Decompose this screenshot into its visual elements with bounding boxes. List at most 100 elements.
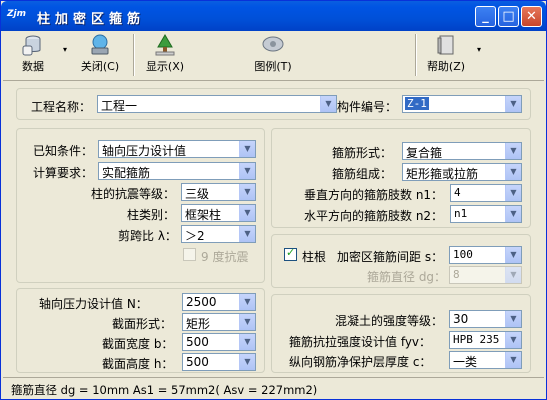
n1-label: 垂直方向的箍筋肢数 n1： (304, 188, 444, 202)
toolbar-separator (133, 34, 135, 76)
section-width-value: 500 (186, 335, 209, 349)
project-name-combo[interactable]: 工程一 ▼ (97, 95, 337, 113)
fyv-combo[interactable]: HPB 235 ▼ (449, 331, 522, 349)
component-id-value: Z-1 (405, 97, 429, 110)
help-label: 帮助(Z) (426, 60, 466, 73)
stirrup-form-combo[interactable]: 复合箍 ▼ (402, 142, 522, 160)
chevron-down-icon[interactable]: ▼ (239, 163, 255, 179)
chevron-down-icon[interactable]: ▼ (239, 184, 255, 200)
chevron-down-icon[interactable]: ▼ (505, 311, 521, 327)
stirrup-form-label: 箍筋形式： (332, 146, 393, 160)
seismic-grade-label: 柱的抗震等级： (91, 187, 176, 201)
n2-combo[interactable]: n1 ▼ (450, 205, 522, 223)
column-type-label: 柱类别： (127, 208, 176, 222)
legend-disc-icon (262, 36, 284, 52)
chevron-down-icon[interactable]: ▼ (505, 247, 521, 263)
title-bar[interactable]: Zjm 柱加密区箍筋 _ □ ✕ (1, 1, 546, 31)
section-shape-label: 截面形式： (112, 317, 173, 331)
legend-label: 图例(T) (254, 60, 292, 73)
stirrup-diameter-combo[interactable]: 8 ▼ (449, 266, 522, 284)
chevron-down-icon[interactable]: ▼ (505, 332, 521, 348)
chevron-down-icon[interactable]: ▼ (505, 96, 521, 112)
chevron-down-icon[interactable]: ▼ (505, 352, 521, 368)
column-root-label: 柱根 (302, 250, 327, 264)
close-button[interactable]: 关闭(C) (75, 33, 125, 77)
chevron-down-icon[interactable]: ▼ (239, 141, 255, 157)
section-width-label: 截面宽度 b： (102, 337, 174, 351)
fyv-value: HPB 235 (453, 333, 500, 346)
chevron-down-icon[interactable]: ▼ (239, 354, 255, 370)
cover-combo[interactable]: 一类 ▼ (449, 351, 522, 369)
chevron-down-icon[interactable]: ▼ (239, 314, 255, 330)
column-root-checkbox[interactable] (284, 246, 297, 261)
shear-span-combo[interactable]: ＞2 ▼ (181, 225, 256, 243)
shear-span-value: ＞2 (185, 229, 205, 243)
stirrup-composition-value: 矩形箍或拉筋 (406, 167, 479, 181)
stirrup-diameter-value: 8 (453, 268, 460, 281)
close-window-button[interactable]: ✕ (521, 6, 542, 27)
known-condition-value: 轴向压力设计值 (102, 144, 187, 158)
calc-requirement-value: 实配箍筋 (102, 166, 151, 180)
chevron-down-icon[interactable]: ▼ (239, 294, 255, 310)
toolbar: 数据 ▾ 关闭(C) 显示(X) 图例(T) 帮助(Z) ▾ (3, 31, 544, 81)
chevron-down-icon[interactable]: ▼ (239, 226, 255, 242)
maximize-button[interactable]: □ (498, 6, 519, 27)
chevron-down-icon[interactable]: ▼ (505, 206, 521, 222)
known-condition-combo[interactable]: 轴向压力设计值 ▼ (98, 140, 256, 158)
section-panel: 轴向压力设计值 N： 2500 ▼ 截面形式： 矩形 ▼ 截面宽度 b： 500… (16, 288, 265, 373)
axial-force-combo[interactable]: 2500 ▼ (182, 293, 256, 311)
calc-requirement-combo[interactable]: 实配箍筋 ▼ (98, 162, 256, 180)
section-height-combo[interactable]: 500 ▼ (182, 353, 256, 371)
section-shape-combo[interactable]: 矩形 ▼ (182, 313, 256, 331)
axial-force-value: 2500 (186, 295, 217, 309)
stirrup-panel: 箍筋形式： 复合箍 ▼ 箍筋组成： 矩形箍或拉筋 ▼ 垂直方向的箍筋肢数 n1：… (271, 128, 531, 228)
chevron-down-icon[interactable]: ▼ (505, 164, 521, 180)
help-button[interactable]: 帮助(Z) (421, 33, 471, 77)
data-button[interactable]: 数据 (13, 33, 53, 77)
concrete-grade-value: 30 (453, 312, 469, 326)
data-dropdown-arrow[interactable]: ▾ (63, 45, 67, 54)
minimize-button[interactable]: _ (475, 6, 496, 27)
data-icon (22, 35, 41, 56)
stirrup-diameter-label: 箍筋直径 dg： (367, 270, 447, 284)
known-condition-label: 已知条件： (33, 144, 94, 158)
main-window: Zjm 柱加密区箍筋 _ □ ✕ 数据 ▾ 关闭(C) 显示(X) 图例(T) … (0, 0, 547, 400)
seismic-grade-combo[interactable]: 三级 ▼ (181, 183, 256, 201)
deg9-checkbox[interactable] (183, 248, 196, 261)
concrete-grade-combo[interactable]: 30 ▼ (449, 310, 522, 328)
stirrup-composition-label: 箍筋组成： (332, 167, 393, 181)
spacing-value: 100 (453, 248, 473, 261)
component-id-combo[interactable]: Z-1 ▼ (402, 95, 522, 113)
fyv-label: 箍筋抗拉强度设计值 fyv： (289, 335, 432, 349)
help-dropdown-arrow[interactable]: ▾ (477, 45, 481, 54)
section-width-combo[interactable]: 500 ▼ (182, 333, 256, 351)
app-icon: Zjm (7, 9, 26, 19)
spacing-combo[interactable]: 100 ▼ (449, 246, 522, 264)
section-shape-value: 矩形 (186, 317, 211, 331)
status-bar: 箍筋直径 dg = 10mm As1 = 57mm2( Asv = 227mm2… (3, 377, 544, 397)
stirrup-composition-combo[interactable]: 矩形箍或拉筋 ▼ (402, 163, 522, 181)
component-id-label: 构件编号： (337, 100, 398, 114)
chevron-down-icon[interactable]: ▼ (505, 143, 521, 159)
n1-value: 4 (454, 186, 461, 199)
help-book-icon (437, 35, 454, 55)
column-type-combo[interactable]: 框架柱 ▼ (181, 204, 256, 222)
material-panel: 混凝土的强度等级： 30 ▼ 箍筋抗拉强度设计值 fyv： HPB 235 ▼ … (271, 294, 531, 373)
chevron-down-icon[interactable]: ▼ (505, 185, 521, 201)
cover-label: 纵向钢筋净保护层厚度 c： (289, 355, 432, 369)
close-label: 关闭(C) (80, 60, 120, 73)
spacing-panel: 柱根 加密区箍筋间距 s： 100 ▼ 箍筋直径 dg： 8 ▼ (271, 234, 531, 288)
n2-label: 水平方向的箍筋肢数 n2： (304, 209, 444, 223)
n1-combo[interactable]: 4 ▼ (450, 184, 522, 202)
chevron-down-icon[interactable]: ▼ (320, 96, 336, 112)
section-height-label: 截面高度 h： (102, 357, 174, 371)
n2-value: n1 (454, 207, 468, 220)
chevron-down-icon[interactable]: ▼ (239, 334, 255, 350)
project-name-label: 工程名称： (31, 100, 92, 114)
legend-button[interactable]: 图例(T) (249, 33, 297, 77)
show-button[interactable]: 显示(X) (139, 33, 191, 77)
chevron-down-icon[interactable]: ▼ (505, 267, 521, 283)
chevron-down-icon[interactable]: ▼ (239, 205, 255, 221)
calc-requirement-label: 计算要求： (33, 166, 94, 180)
spacing-label: 加密区箍筋间距 s： (337, 250, 444, 264)
